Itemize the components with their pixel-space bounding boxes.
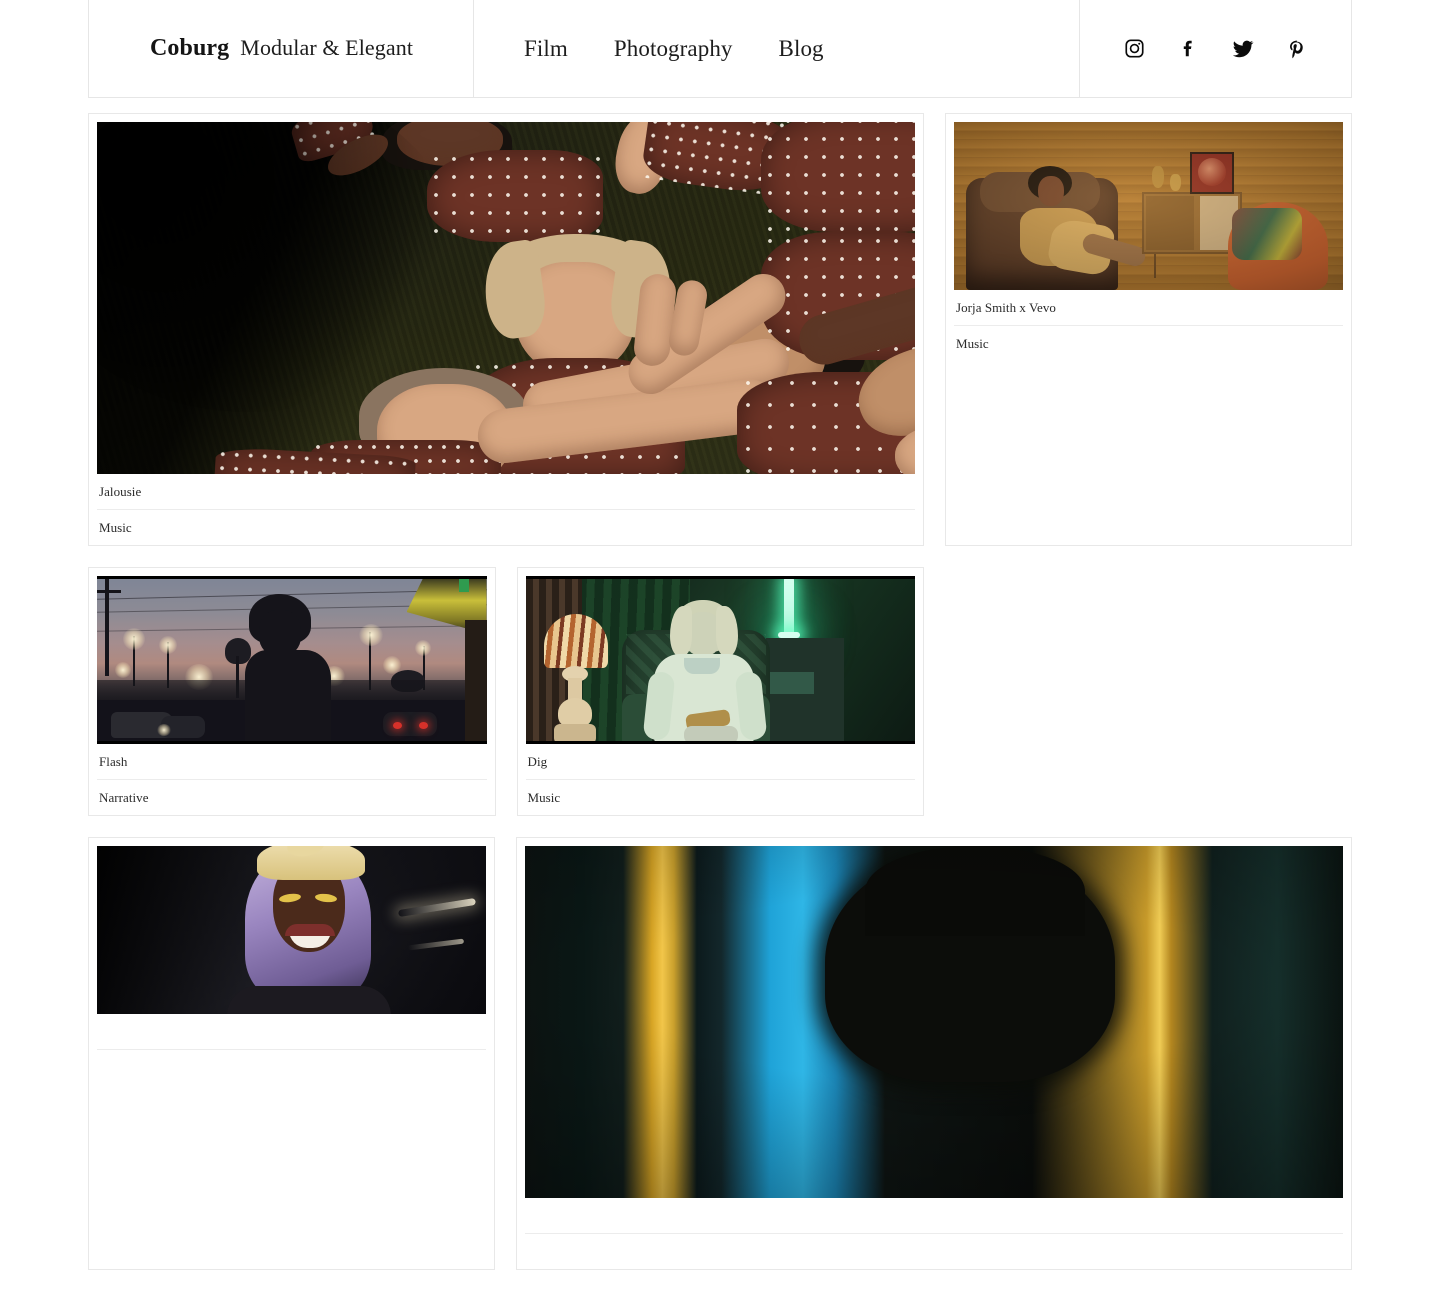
project-card-partial-left[interactable] (88, 837, 495, 1270)
project-card-flash[interactable]: Flash Narrative (88, 567, 496, 816)
project-thumbnail-partial-left (97, 846, 486, 1014)
project-category: Music (97, 510, 915, 545)
twitter-icon[interactable] (1232, 38, 1254, 60)
artwork-jorja-smith (954, 122, 1343, 290)
grid-row-3 (88, 837, 1352, 1291)
project-category: Music (954, 326, 1343, 361)
artwork-partial-left (97, 846, 486, 1014)
project-title (97, 1014, 486, 1050)
project-card-jalousie[interactable]: Jalousie Music (88, 113, 924, 546)
project-thumbnail-dig (526, 576, 916, 744)
project-category (97, 1050, 486, 1085)
project-title: Jorja Smith x Vevo (954, 290, 1343, 326)
site-logo[interactable]: Coburg Modular & Elegant (150, 35, 413, 62)
project-title: Flash (97, 744, 487, 780)
project-card-dig[interactable]: Dig Music (517, 567, 925, 816)
nav-item-photography[interactable]: Photography (614, 36, 733, 62)
artwork-partial-right (525, 846, 1343, 1198)
grid-row-2: Flash Narrative (88, 567, 924, 837)
facebook-icon[interactable] (1178, 38, 1200, 60)
social-links (1080, 0, 1351, 97)
project-title: Dig (526, 744, 916, 780)
project-category: Music (526, 780, 916, 815)
page-root: Coburg Modular & Elegant Film Photograph… (0, 0, 1440, 900)
project-title: Jalousie (97, 474, 915, 510)
artwork-jalousie (97, 122, 915, 474)
site-header: Coburg Modular & Elegant Film Photograph… (88, 0, 1352, 98)
instagram-icon[interactable] (1124, 38, 1146, 60)
project-thumbnail-jorja-smith (954, 122, 1343, 290)
brand-name: Coburg (150, 35, 229, 62)
primary-navigation: Film Photography Blog (474, 0, 1080, 97)
nav-list: Film Photography Blog (524, 36, 824, 62)
project-title (525, 1198, 1343, 1234)
project-card-partial-right[interactable] (516, 837, 1352, 1270)
nav-item-blog[interactable]: Blog (779, 36, 824, 62)
pinterest-icon[interactable] (1286, 38, 1308, 60)
project-grid: Jalousie Music (88, 113, 1352, 1291)
project-thumbnail-jalousie (97, 122, 915, 474)
nav-item-film[interactable]: Film (524, 36, 568, 62)
artwork-dig (526, 576, 916, 744)
project-card-jorja-smith[interactable]: Jorja Smith x Vevo Music (945, 113, 1352, 546)
project-category: Narrative (97, 780, 487, 815)
project-thumbnail-flash (97, 576, 487, 744)
brand-tagline: Modular & Elegant (240, 35, 413, 61)
brand-cell: Coburg Modular & Elegant (89, 0, 474, 97)
project-thumbnail-partial-right (525, 846, 1343, 1198)
project-category (525, 1234, 1343, 1269)
grid-row-1: Jalousie Music (88, 113, 1352, 567)
artwork-flash (97, 576, 487, 744)
